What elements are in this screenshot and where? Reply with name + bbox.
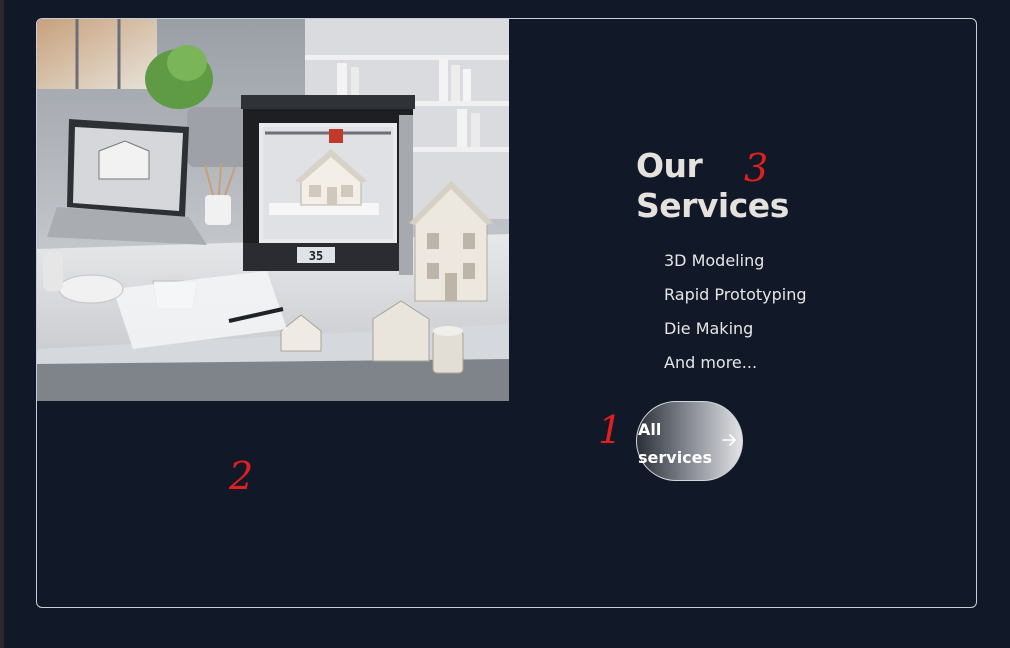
service-item-3d-modeling: 3D Modeling: [664, 251, 765, 270]
window-edge: [0, 0, 4, 648]
services-card: 35 Our Services 3D Modeling Rapid Protot…: [36, 18, 977, 608]
hero-image: 35: [37, 19, 509, 401]
all-services-button[interactable]: All services: [636, 401, 743, 481]
all-services-label: All services: [638, 420, 713, 467]
services-title-line-2: Services: [636, 186, 789, 225]
service-item-die-making: Die Making: [664, 319, 754, 338]
services-content: Our Services 3D Modeling Rapid Prototypi…: [636, 146, 807, 380]
annotation-marker-1: 1: [598, 408, 623, 452]
annotation-marker-3: 3: [744, 146, 769, 190]
services-list: 3D Modeling Rapid Prototyping Die Making…: [636, 244, 807, 380]
services-title: Our Services: [636, 146, 807, 226]
3d-printer-illustration: 35: [37, 19, 509, 401]
services-title-line-1: Our: [636, 146, 703, 185]
service-item-rapid-prototyping: Rapid Prototyping: [664, 285, 807, 304]
printer-display: 35: [309, 249, 323, 263]
arrow-right-icon: [721, 432, 737, 453]
service-item-and-more: And more...: [664, 353, 758, 372]
annotation-marker-2: 2: [229, 454, 254, 498]
